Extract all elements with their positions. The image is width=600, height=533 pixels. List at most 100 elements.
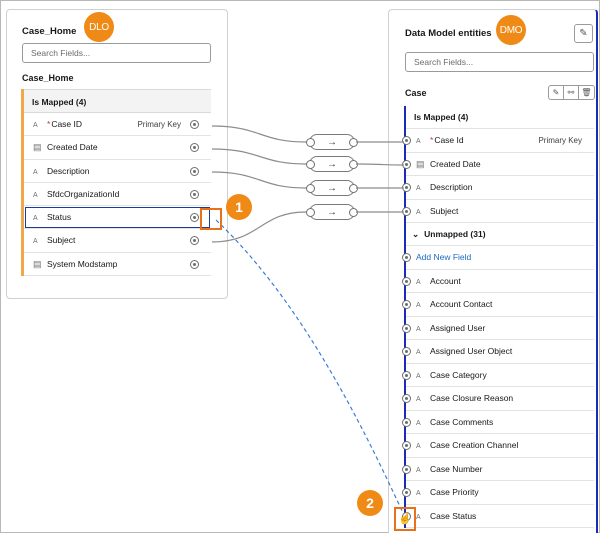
- right-mapped-header[interactable]: Is Mapped (4): [406, 106, 594, 129]
- connector-port[interactable]: [190, 120, 199, 129]
- unmapped-field-row[interactable]: A Case Category: [402, 364, 594, 387]
- unmapped-field-row[interactable]: A Case Number: [402, 458, 594, 481]
- right-unmapped-header[interactable]: ⌄ Unmapped (31): [406, 223, 594, 246]
- text-field-icon: A: [416, 513, 421, 521]
- connector-port[interactable]: [402, 159, 411, 169]
- required-marker: *: [47, 119, 51, 129]
- left-search-input[interactable]: Search Fields...: [22, 43, 211, 63]
- dmo-badge: DMO: [496, 15, 526, 45]
- text-field-icon: A: [33, 168, 38, 176]
- unmapped-field-row[interactable]: A Account Contact: [402, 293, 594, 317]
- text-field-icon: A: [33, 215, 38, 223]
- target-field-row[interactable]: ▤ Created Date: [402, 153, 594, 176]
- connector-port[interactable]: [402, 464, 411, 474]
- right-unmapped-list: A Account A Account Contact A Assigned User A A…: [402, 270, 594, 528]
- add-new-field-row[interactable]: Add New Field: [402, 246, 594, 270]
- target-field-row[interactable]: A Subject: [402, 200, 594, 223]
- target-field-name: Case Id: [434, 135, 464, 145]
- source-field-row[interactable]: ▤ Created Date: [24, 136, 211, 160]
- text-field-icon: A: [416, 302, 421, 309]
- connector-port[interactable]: [402, 276, 411, 286]
- connector-port[interactable]: [402, 183, 411, 192]
- source-field-name: Created Date: [47, 142, 98, 153]
- connector-port[interactable]: [402, 394, 411, 403]
- source-field-row[interactable]: A Subject: [24, 229, 211, 253]
- text-field-icon: A: [416, 419, 421, 427]
- primary-key-label: Primary Key: [137, 120, 181, 129]
- connector-port[interactable]: [190, 166, 199, 176]
- arrow-right-icon: →: [327, 136, 337, 148]
- unmapped-field-row[interactable]: A Case Status: [402, 505, 594, 528]
- left-mapped-group-header[interactable]: Is Mapped (4): [24, 89, 211, 113]
- edit-object-button[interactable]: ✎: [549, 86, 564, 99]
- source-field-row[interactable]: A Status: [24, 206, 211, 230]
- unmapped-field-name: Case Number: [430, 463, 483, 474]
- connector-port[interactable]: [402, 488, 411, 497]
- object-action-buttons: ✎ ⚯ 🗑: [548, 85, 595, 100]
- connector-port[interactable]: [402, 441, 411, 450]
- target-field-name: Subject: [430, 205, 459, 216]
- required-marker: *: [430, 135, 434, 145]
- transform-node[interactable]: →: [306, 156, 358, 172]
- arrow-right-icon: →: [327, 158, 337, 170]
- connector-port[interactable]: [190, 213, 199, 223]
- unmapped-field-name: Case Status: [430, 510, 477, 521]
- connector-port[interactable]: [190, 143, 199, 153]
- connector-port[interactable]: [402, 206, 411, 216]
- source-field-row[interactable]: A Description: [24, 160, 211, 183]
- pencil-icon: ✎: [579, 28, 588, 39]
- text-field-icon: A: [33, 191, 38, 199]
- connector-port[interactable]: [190, 189, 199, 199]
- text-field-icon: A: [416, 349, 421, 356]
- text-field-icon: A: [33, 122, 38, 129]
- unmapped-field-row[interactable]: A Assigned User: [402, 317, 594, 340]
- date-field-icon: ▤: [33, 258, 42, 269]
- unmapped-field-name: Case Comments: [430, 416, 494, 427]
- source-field-row[interactable]: A *Case ID Primary Key: [24, 113, 211, 137]
- unmapped-field-name: Account Contact: [430, 299, 493, 309]
- right-mapped-list: A *Case Id Primary Key ▤ Created Date A Descri…: [402, 129, 594, 223]
- transform-node[interactable]: →: [306, 134, 358, 150]
- target-object-label: Case: [405, 88, 427, 98]
- source-field-row[interactable]: A SfdcOrganizationId: [24, 183, 211, 207]
- connector-port[interactable]: [190, 259, 199, 269]
- unmapped-field-row[interactable]: A Assigned User Object: [402, 340, 594, 364]
- connector-port[interactable]: [190, 236, 199, 246]
- right-search-input[interactable]: Search Fields...: [405, 52, 594, 72]
- edit-entity-button[interactable]: ✎: [574, 24, 593, 43]
- transform-node[interactable]: →: [306, 204, 358, 220]
- text-field-icon: A: [416, 443, 421, 450]
- grab-cursor-icon: ☝: [398, 513, 412, 525]
- link-icon[interactable]: ⚯: [564, 86, 579, 99]
- source-object-title: Case_Home: [22, 26, 77, 37]
- unmapped-field-row[interactable]: A Case Priority: [402, 481, 594, 505]
- source-object-label: Case_Home: [22, 73, 74, 83]
- step-1-callout: 1: [226, 194, 252, 220]
- text-field-icon: A: [416, 396, 421, 403]
- unmapped-field-row[interactable]: A Case Creation Channel: [402, 434, 594, 458]
- source-field-name: SfdcOrganizationId: [47, 188, 120, 199]
- delete-icon[interactable]: 🗑: [579, 86, 594, 99]
- source-field-name: Subject: [47, 235, 76, 246]
- connector-port[interactable]: [402, 253, 411, 262]
- text-field-icon: A: [416, 466, 421, 474]
- target-field-row[interactable]: A Description: [402, 176, 594, 200]
- unmapped-field-row[interactable]: A Account: [402, 270, 594, 293]
- connector-port[interactable]: [402, 347, 411, 356]
- target-field-row[interactable]: A *Case Id Primary Key: [402, 129, 594, 153]
- transform-node[interactable]: →: [306, 180, 358, 196]
- dlo-badge: DLO: [84, 12, 114, 42]
- unmapped-field-row[interactable]: A Case Comments: [402, 411, 594, 434]
- connector-port[interactable]: [402, 323, 411, 333]
- connector-port[interactable]: [402, 370, 411, 380]
- unmapped-field-row[interactable]: A Case Closure Reason: [402, 387, 594, 411]
- unmapped-field-name: Case Category: [430, 369, 487, 380]
- connector-port[interactable]: [402, 300, 411, 309]
- add-new-field-link[interactable]: Add New Field: [416, 252, 471, 262]
- source-field-name: Status: [47, 212, 72, 223]
- text-field-icon: A: [416, 490, 421, 497]
- source-field-row[interactable]: ▤ System Modstamp: [24, 253, 211, 277]
- text-field-icon: A: [416, 185, 421, 192]
- connector-port[interactable]: [402, 136, 411, 145]
- connector-port[interactable]: [402, 417, 411, 427]
